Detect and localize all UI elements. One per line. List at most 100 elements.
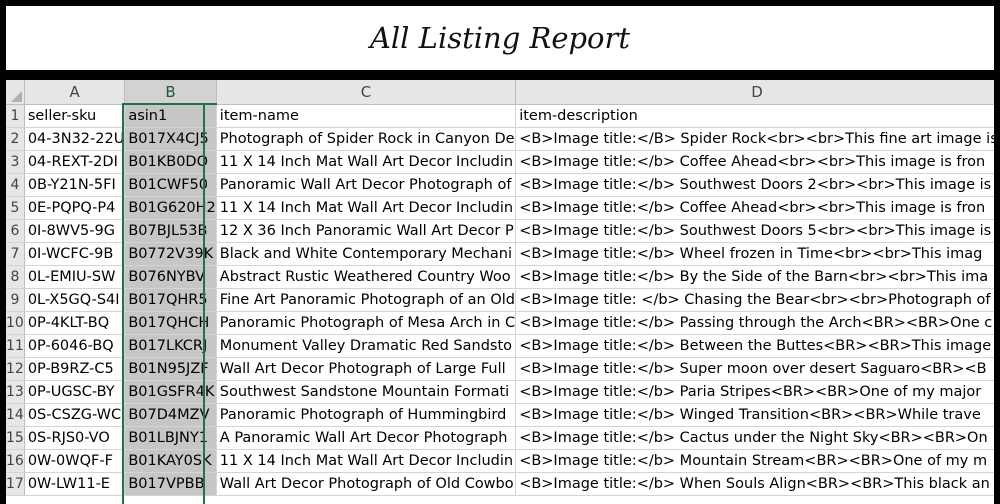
cell-seller-sku[interactable]: 04-3N32-22U: [24, 127, 126, 151]
table-row: 8 0L-EMIU-SW B076NYBV Abstract Rustic Weath…: [6, 265, 994, 289]
row-number[interactable]: 5: [6, 196, 25, 220]
cell-item-name[interactable]: Abstract Rustic Weathered Country Woo: [216, 265, 517, 289]
table-row: 5 0E-PQPQ-P4 B01G620H2 11 X 14 Inch Mat Wal…: [6, 196, 994, 220]
table-row: 11 0P-6046-BQ B017LKCRJ Monument Valley Dra…: [6, 334, 994, 358]
cell-item-name[interactable]: Wall Art Decor Photograph of Large Full: [216, 357, 517, 381]
select-all-corner[interactable]: [6, 80, 25, 105]
cell-seller-sku[interactable]: 0I-8WV5-9G: [24, 219, 126, 243]
cell-item-name[interactable]: Black and White Contemporary Mechani: [216, 242, 517, 266]
cell-item-name[interactable]: 11 X 14 Inch Mat Wall Art Decor Includin: [216, 150, 517, 174]
row-number[interactable]: 6: [6, 219, 25, 243]
row-number[interactable]: 4: [6, 173, 25, 197]
cell-seller-sku[interactable]: 0I-WCFC-9B: [24, 242, 126, 266]
cell-seller-sku[interactable]: 0L-EMIU-SW: [24, 265, 126, 289]
row-number[interactable]: 8: [6, 265, 25, 289]
cell-item-name[interactable]: Panoramic Photograph of Mesa Arch in C: [216, 311, 517, 335]
cell-seller-sku[interactable]: 0P-4KLT-BQ: [24, 311, 126, 335]
cell-item-description[interactable]: <B>Image title:</b> Cactus under the Nig…: [515, 426, 994, 450]
row-number[interactable]: 3: [6, 150, 25, 174]
report-title: All Listing Report: [369, 21, 631, 55]
table-row: 7 0I-WCFC-9B B0772V39K Black and White Cont…: [6, 242, 994, 266]
cell-item-description[interactable]: <B>Image title:</b> Passing through the …: [515, 311, 994, 335]
cell-item-description[interactable]: <B>Image title:</b> By the Side of the B…: [515, 265, 994, 289]
cell-item-name[interactable]: Panoramic Wall Art Decor Photograph of: [216, 173, 517, 197]
cell-item-description[interactable]: <B>Image title:</b> When Souls Align<BR>…: [515, 472, 994, 496]
cell-item-description[interactable]: <B>Image title:</b> Coffee Ahead<br><br>…: [515, 196, 994, 220]
table-row: 1 seller-sku asin1 item-name item-descriptio…: [6, 104, 994, 128]
cell-item-description[interactable]: <B>Image title:</b> Paria Stripes<BR><BR…: [515, 380, 994, 404]
cell-item-description[interactable]: <B>Image title: </b> Chasing the Bear<br…: [515, 288, 994, 312]
cell-item-description[interactable]: <B>Image title:</b> Between the Buttes<B…: [515, 334, 994, 358]
screenshot-frame: All Listing Report A B C D E: [0, 0, 1000, 504]
cell-item-description[interactable]: <B>Image title:</b> Coffee Ahead<br><br>…: [515, 150, 994, 174]
column-header-a[interactable]: A: [24, 80, 126, 105]
cell-item-description[interactable]: <B>Image title:</B> Spider Rock<br><br>T…: [515, 127, 994, 151]
cell-item-description[interactable]: <B>Image title:</b> Mountain Stream<BR><…: [515, 449, 994, 473]
table-row: 17 0W-LW11-E B017VPBB Wall Art Decor Photog…: [6, 472, 994, 496]
table-row: 6 0I-8WV5-9G B07BJL53B 12 X 36 Inch Panoram…: [6, 219, 994, 243]
cell-item-name[interactable]: Southwest Sandstone Mountain Formati: [216, 380, 517, 404]
row-number[interactable]: 11: [6, 334, 25, 358]
cell-item-name[interactable]: Monument Valley Dramatic Red Sandsto: [216, 334, 517, 358]
selection-border-top: [122, 103, 205, 105]
cell-seller-sku[interactable]: 0S-RJS0-VO: [24, 426, 126, 450]
cell-item-name[interactable]: Wall Art Decor Photograph of Old Cowbo: [216, 472, 517, 496]
table-row: 14 0S-CSZG-WC B07D4MZV Panoramic Photograph…: [6, 403, 994, 427]
row-number[interactable]: 9: [6, 288, 25, 312]
cell-seller-sku[interactable]: 0P-6046-BQ: [24, 334, 126, 358]
spreadsheet-table: A B C D E 1seller-skuasin1item-nameitem-…: [6, 80, 994, 496]
table-row: 2 04-3N32-22U B017X4CJ5 Photograph of Spide…: [6, 127, 994, 151]
cell-item-name[interactable]: 11 X 14 Inch Mat Wall Art Decor Includin: [216, 449, 517, 473]
cell-item-description[interactable]: item-description: [515, 104, 994, 128]
cell-seller-sku[interactable]: seller-sku: [24, 104, 126, 128]
cell-item-description[interactable]: <B>Image title:</b> Winged Transition<BR…: [515, 403, 994, 427]
cell-seller-sku[interactable]: 0P-UGSC-BY: [24, 380, 126, 404]
row-number[interactable]: 13: [6, 380, 25, 404]
row-number[interactable]: 15: [6, 426, 25, 450]
row-number[interactable]: 10: [6, 311, 25, 335]
cell-item-description[interactable]: <B>Image title:</b> Super moon over dese…: [515, 357, 994, 381]
row-number[interactable]: 16: [6, 449, 25, 473]
table-row: 9 0L-X5GQ-S4I B017QHR5 Fine Art Panoramic P…: [6, 288, 994, 312]
cell-seller-sku[interactable]: 0L-X5GQ-S4I: [24, 288, 126, 312]
cell-item-name[interactable]: Panoramic Photograph of Hummingbird: [216, 403, 517, 427]
selection-border-right: [203, 103, 205, 504]
report-title-banner: All Listing Report: [6, 6, 994, 70]
cell-item-description[interactable]: <B>Image title:</b> Southwest Doors 5<br…: [515, 219, 994, 243]
row-number[interactable]: 12: [6, 357, 25, 381]
cell-item-name[interactable]: A Panoramic Wall Art Decor Photograph: [216, 426, 517, 450]
select-all-triangle-icon: [10, 90, 22, 102]
column-header-row: A B C D E: [6, 80, 994, 105]
cell-seller-sku[interactable]: 0S-CSZG-WC: [24, 403, 126, 427]
row-number[interactable]: 7: [6, 242, 25, 266]
cell-item-name[interactable]: Fine Art Panoramic Photograph of an Old: [216, 288, 517, 312]
cell-seller-sku[interactable]: 0W-LW11-E: [24, 472, 126, 496]
cell-item-name[interactable]: Photograph of Spider Rock in Canyon De: [216, 127, 517, 151]
table-row: 4 0B-Y21N-5FI B01CWF50 Panoramic Wall Art D…: [6, 173, 994, 197]
table-row: 13 0P-UGSC-BY B01GSFR4K Southwest Sandstone…: [6, 380, 994, 404]
table-row: 16 0W-0WQF-F B01KAY0SK 11 X 14 Inch Mat Wal…: [6, 449, 994, 473]
row-number[interactable]: 1: [6, 104, 25, 128]
spreadsheet-grid: A B C D E 1seller-skuasin1item-nameitem-…: [6, 80, 994, 504]
cell-item-description[interactable]: <B>Image title:</b> Wheel frozen in Time…: [515, 242, 994, 266]
cell-seller-sku[interactable]: 0E-PQPQ-P4: [24, 196, 126, 220]
column-header-d[interactable]: D: [515, 80, 994, 105]
table-row: 12 0P-B9RZ-C5 B01N95JZF Wall Art Decor Phot…: [6, 357, 994, 381]
cell-seller-sku[interactable]: 0P-B9RZ-C5: [24, 357, 126, 381]
cell-item-description[interactable]: <B>Image title:</b> Southwest Doors 2<br…: [515, 173, 994, 197]
cell-item-name[interactable]: 12 X 36 Inch Panoramic Wall Art Decor P: [216, 219, 517, 243]
cell-seller-sku[interactable]: 0B-Y21N-5FI: [24, 173, 126, 197]
row-number[interactable]: 2: [6, 127, 25, 151]
column-header-c[interactable]: C: [216, 80, 517, 105]
row-number[interactable]: 17: [6, 472, 25, 496]
column-header-b[interactable]: B: [124, 80, 217, 105]
cell-item-name[interactable]: item-name: [216, 104, 517, 128]
table-row: 10 0P-4KLT-BQ B017QHCH Panoramic Photograph…: [6, 311, 994, 335]
row-number[interactable]: 14: [6, 403, 25, 427]
cell-item-name[interactable]: 11 X 14 Inch Mat Wall Art Decor Includin: [216, 196, 517, 220]
table-row: 3 04-REXT-2DI B01KB0DO 11 X 14 Inch Mat Wal…: [6, 150, 994, 174]
table-row: 15 0S-RJS0-VO B01LBJNY1 A Panoramic Wall Ar…: [6, 426, 994, 450]
cell-seller-sku[interactable]: 0W-0WQF-F: [24, 449, 126, 473]
grid-body: 1 seller-sku asin1 item-name item-descriptio…: [6, 104, 994, 496]
cell-seller-sku[interactable]: 04-REXT-2DI: [24, 150, 126, 174]
